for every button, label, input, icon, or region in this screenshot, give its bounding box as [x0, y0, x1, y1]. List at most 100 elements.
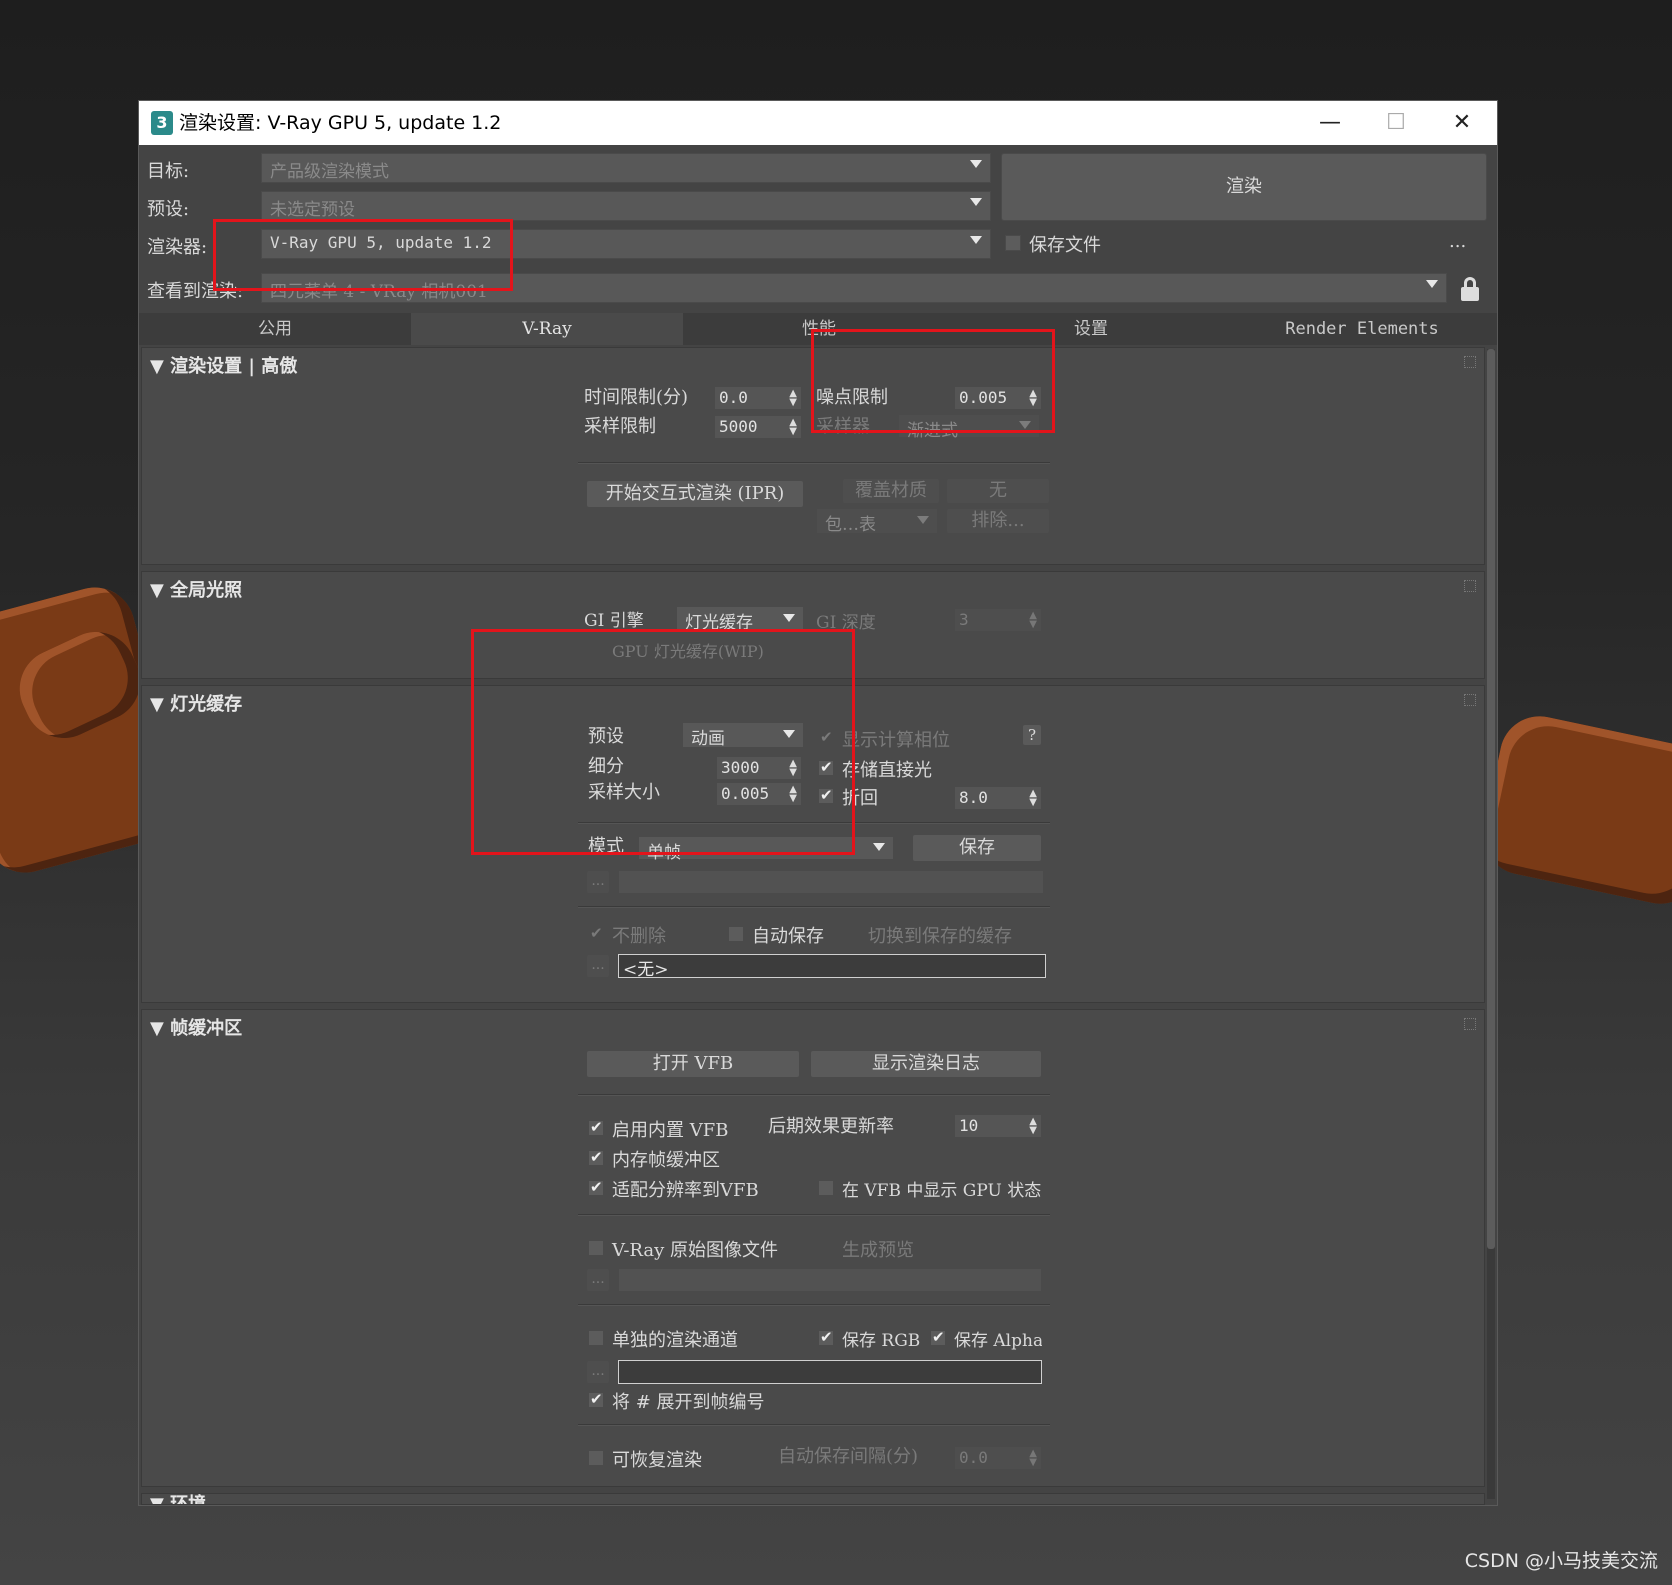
target-value: 产品级渲染模式 [270, 162, 389, 182]
help-button[interactable]: ? [1022, 724, 1042, 746]
exclude-button[interactable]: 排除... [946, 508, 1050, 534]
show-log-button[interactable]: 显示渲染日志 [810, 1050, 1042, 1078]
time-limit-spinner[interactable]: 0.0 ▲ ▼ [714, 386, 802, 410]
memory-fb-checkbox[interactable] [588, 1148, 604, 1166]
divider [578, 906, 1050, 908]
resumable-label: 可恢复渲染 [612, 1450, 702, 1471]
target-dropdown[interactable]: 产品级渲染模式 [261, 153, 991, 183]
memory-fb-label: 内存帧缓冲区 [612, 1150, 720, 1171]
minimize-button[interactable]: — [1297, 101, 1363, 145]
rollout-title: 环境 [170, 1494, 207, 1505]
autosave-interval-value: 0.0 [959, 1448, 988, 1467]
spinner-arrows-icon: ▲ ▼ [1029, 788, 1037, 808]
time-limit-value: 0.0 [719, 388, 748, 407]
lc-save-button[interactable]: 保存 [912, 834, 1042, 862]
chevron-down-icon [783, 614, 795, 622]
override-mtl-value[interactable]: 无 [946, 478, 1050, 504]
rollout-header[interactable]: ▼ 灯光缓存 [150, 690, 242, 716]
tab-render-elements[interactable]: Render Elements [1227, 313, 1497, 345]
title-bar: 3 渲染设置: V-Ray GPU 5, update 1.2 — ☐ ✕ [139, 101, 1497, 145]
raw-image-checkbox[interactable] [588, 1240, 604, 1256]
sample-limit-value: 5000 [719, 417, 758, 436]
gi-depth-spinner[interactable]: 3 ▲ ▼ [954, 608, 1042, 632]
raw-browse-button[interactable]: ... [586, 1268, 610, 1292]
dont-delete-checkbox[interactable] [588, 924, 604, 942]
more-button[interactable]: ... [1449, 231, 1466, 252]
highlight-noise-limit [811, 329, 1055, 433]
chevron-down-icon [970, 236, 982, 244]
include-list-value: 包…表 [825, 515, 876, 535]
renderer-label: 渲染器: [147, 237, 208, 258]
lc-file-browse-button[interactable]: ... [586, 954, 610, 978]
grip-icon [1464, 694, 1476, 706]
gi-depth-value: 3 [959, 610, 969, 629]
show-gpu-checkbox[interactable] [818, 1180, 834, 1196]
spinner-arrows-icon: ▲ ▼ [1029, 610, 1037, 630]
lc-file-field[interactable]: <无> [618, 954, 1046, 980]
divider [578, 1424, 1050, 1426]
post-update-spinner[interactable]: 10 ▲ ▼ [954, 1114, 1042, 1138]
gi-engine-label: GI 引擎 [584, 611, 644, 631]
chevron-down-icon [970, 198, 982, 206]
override-mtl-button[interactable]: 覆盖材质 [842, 478, 940, 504]
channels-path-field[interactable] [618, 1360, 1042, 1384]
rollout-title: 渲染设置 | 高傲 [170, 356, 298, 377]
expand-frame-label: 将 # 展开到帧编号 [612, 1392, 765, 1413]
highlight-renderer [213, 219, 513, 291]
rollout-header[interactable]: ▼ 帧缓冲区 [150, 1014, 242, 1040]
tab-common[interactable]: 公用 [139, 313, 411, 345]
include-list-dropdown[interactable]: 包…表 [816, 508, 938, 535]
store-direct-label: 存储直接光 [842, 760, 932, 781]
spinner-arrows-icon: ▲ ▼ [789, 388, 797, 408]
raw-path-field[interactable] [618, 1268, 1042, 1292]
post-update-value: 10 [959, 1116, 979, 1135]
window-title: 渲染设置: V-Ray GPU 5, update 1.2 [179, 112, 502, 134]
rollout-header[interactable]: ▼ 渲染设置 | 高傲 [150, 352, 297, 378]
expand-frame-checkbox[interactable] [588, 1390, 604, 1408]
rollout-title: 灯光缓存 [170, 694, 243, 715]
ipr-button[interactable]: 开始交互式渲染 (IPR) [586, 480, 804, 508]
autosave-interval-spinner[interactable]: 0.0 ▲ ▼ [954, 1446, 1042, 1470]
sample-limit-label: 采样限制 [584, 416, 656, 437]
lock-icon[interactable] [1459, 277, 1481, 301]
auto-save-checkbox[interactable] [728, 926, 744, 942]
fit-res-checkbox[interactable] [588, 1178, 604, 1196]
separate-channels-checkbox[interactable] [588, 1330, 604, 1346]
time-limit-label: 时间限制(分) [584, 387, 689, 408]
enable-vfb-checkbox[interactable] [588, 1118, 604, 1136]
preset-dropdown[interactable]: 未选定预设 [261, 191, 991, 221]
render-setup-window: 3 渲染设置: V-Ray GPU 5, update 1.2 — ☐ ✕ 目标… [138, 100, 1498, 1506]
chevron-down-icon [917, 516, 929, 524]
rollout-frame-buffer: ▼ 帧缓冲区 打开 VFB 显示渲染日志 启用内置 VFB 后期效果更新率 10… [141, 1009, 1485, 1487]
rollout-header[interactable]: ▼ 环境 [150, 1494, 207, 1505]
rollout-header[interactable]: ▼ 全局光照 [150, 576, 242, 602]
maximize-button[interactable]: ☐ [1363, 101, 1429, 145]
lc-browse-button[interactable]: ... [586, 870, 610, 894]
watermark: CSDN @小马技美交流 [1464, 1550, 1658, 1572]
override-mtl-checkbox[interactable] [818, 484, 834, 500]
channels-browse-button[interactable]: ... [586, 1360, 610, 1384]
switch-saved-checkbox[interactable] [844, 926, 860, 942]
save-file-checkbox[interactable] [1005, 235, 1021, 251]
chevron-down-icon [970, 160, 982, 168]
gen-preview-checkbox[interactable] [818, 1240, 834, 1256]
lc-path-field[interactable] [618, 870, 1044, 894]
app-icon: 3 [151, 111, 173, 135]
spinner-arrows-icon: ▲ ▼ [1029, 1116, 1037, 1136]
switch-saved-label: 切换到保存的缓存 [868, 926, 1012, 947]
retrace-spinner[interactable]: 8.0 ▲ ▼ [954, 786, 1042, 810]
raw-image-label: V-Ray 原始图像文件 [612, 1240, 779, 1261]
sample-limit-spinner[interactable]: 5000 ▲ ▼ [714, 415, 802, 439]
tab-vray[interactable]: V-Ray [411, 313, 683, 345]
resumable-checkbox[interactable] [588, 1450, 604, 1466]
preset-label: 预设: [147, 199, 190, 220]
grip-icon [1464, 1018, 1476, 1030]
save-alpha-checkbox[interactable] [930, 1328, 946, 1346]
save-rgb-checkbox[interactable] [818, 1328, 834, 1346]
open-vfb-button[interactable]: 打开 VFB [586, 1050, 800, 1078]
lc-file-value: <无> [623, 960, 669, 980]
close-button[interactable]: ✕ [1429, 101, 1495, 145]
scrollbar-thumb[interactable] [1487, 349, 1495, 1249]
render-button[interactable]: 渲染 [1001, 153, 1487, 221]
enable-vfb-label: 启用内置 VFB [612, 1120, 729, 1141]
